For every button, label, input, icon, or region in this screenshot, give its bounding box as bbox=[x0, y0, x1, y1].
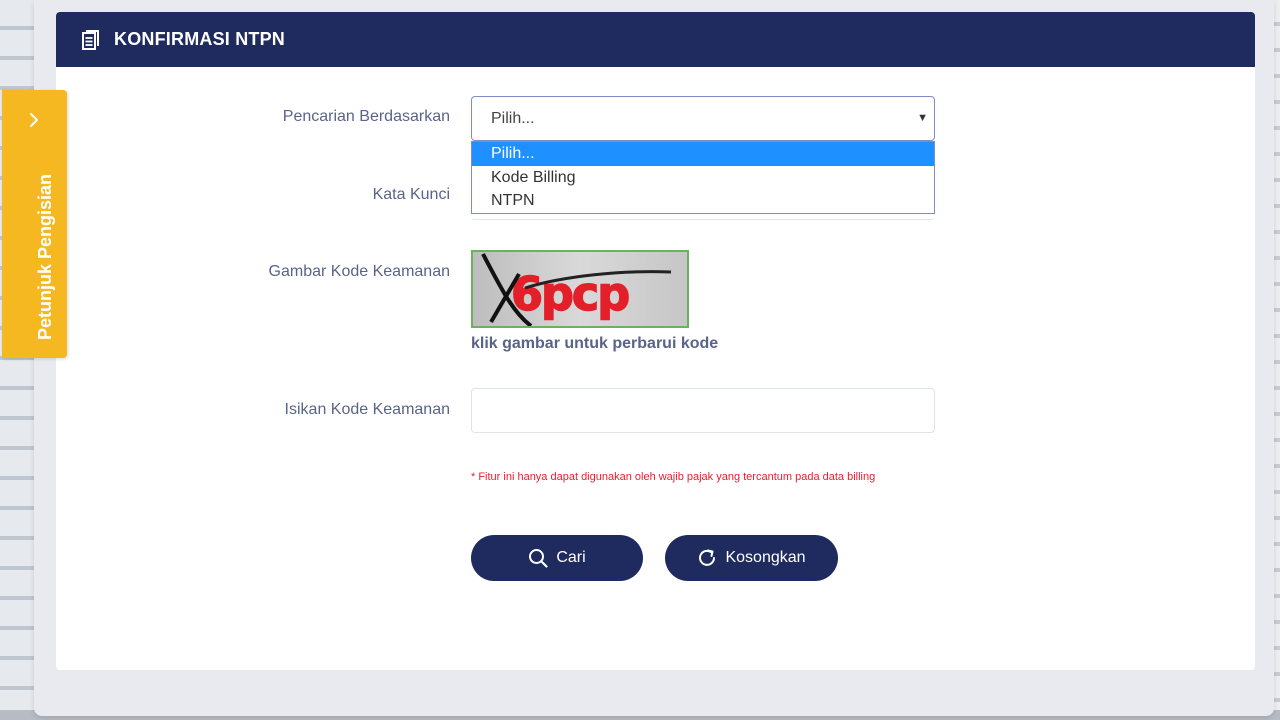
captcha-image[interactable]: 6pcp bbox=[471, 250, 689, 328]
captcha-refresh-hint[interactable]: klik gambar untuk perbarui kode bbox=[471, 335, 718, 353]
refresh-icon bbox=[699, 549, 716, 566]
security-code-label: Isikan Kode Keamanan bbox=[284, 401, 450, 418]
captcha-label: Gambar Kode Keamanan bbox=[268, 263, 450, 280]
card-header: KONFIRMASI NTPN bbox=[56, 12, 1255, 67]
search-icon bbox=[529, 549, 548, 568]
search-by-select[interactable]: Pilih... ▼ bbox=[471, 96, 935, 141]
captcha-text: 6pcp bbox=[511, 267, 628, 321]
keyword-label: Kata Kunci bbox=[372, 186, 450, 203]
security-code-input[interactable] bbox=[471, 388, 935, 433]
guide-side-tab[interactable]: Petunjuk Pengisian bbox=[2, 90, 67, 358]
page-title: KONFIRMASI NTPN bbox=[114, 29, 285, 49]
search-by-dropdown[interactable]: Pilih... Kode Billing NTPN bbox=[471, 141, 935, 214]
keyword-input[interactable] bbox=[471, 214, 935, 220]
search-button[interactable]: Cari bbox=[471, 535, 643, 581]
option-ntpn[interactable]: NTPN bbox=[472, 189, 934, 213]
option-kode-billing[interactable]: Kode Billing bbox=[472, 166, 934, 190]
search-button-label: Cari bbox=[556, 549, 586, 566]
caret-down-icon: ▼ bbox=[917, 112, 928, 124]
document-icon bbox=[82, 29, 100, 50]
reset-button[interactable]: Kosongkan bbox=[665, 535, 838, 581]
option-pilih[interactable]: Pilih... bbox=[472, 142, 934, 166]
reset-button-label: Kosongkan bbox=[725, 549, 806, 566]
guide-side-tab-label: Petunjuk Pengisian bbox=[35, 173, 55, 340]
billing-note: * Fitur ini hanya dapat digunakan oleh w… bbox=[471, 471, 876, 483]
search-by-label: Pencarian Berdasarkan bbox=[282, 108, 450, 125]
konfirmasi-card: KONFIRMASI NTPN Pencarian Berdasarkan Pi… bbox=[56, 12, 1255, 670]
search-by-selected-value: Pilih... bbox=[491, 109, 535, 127]
chevron-right-icon bbox=[28, 112, 40, 132]
